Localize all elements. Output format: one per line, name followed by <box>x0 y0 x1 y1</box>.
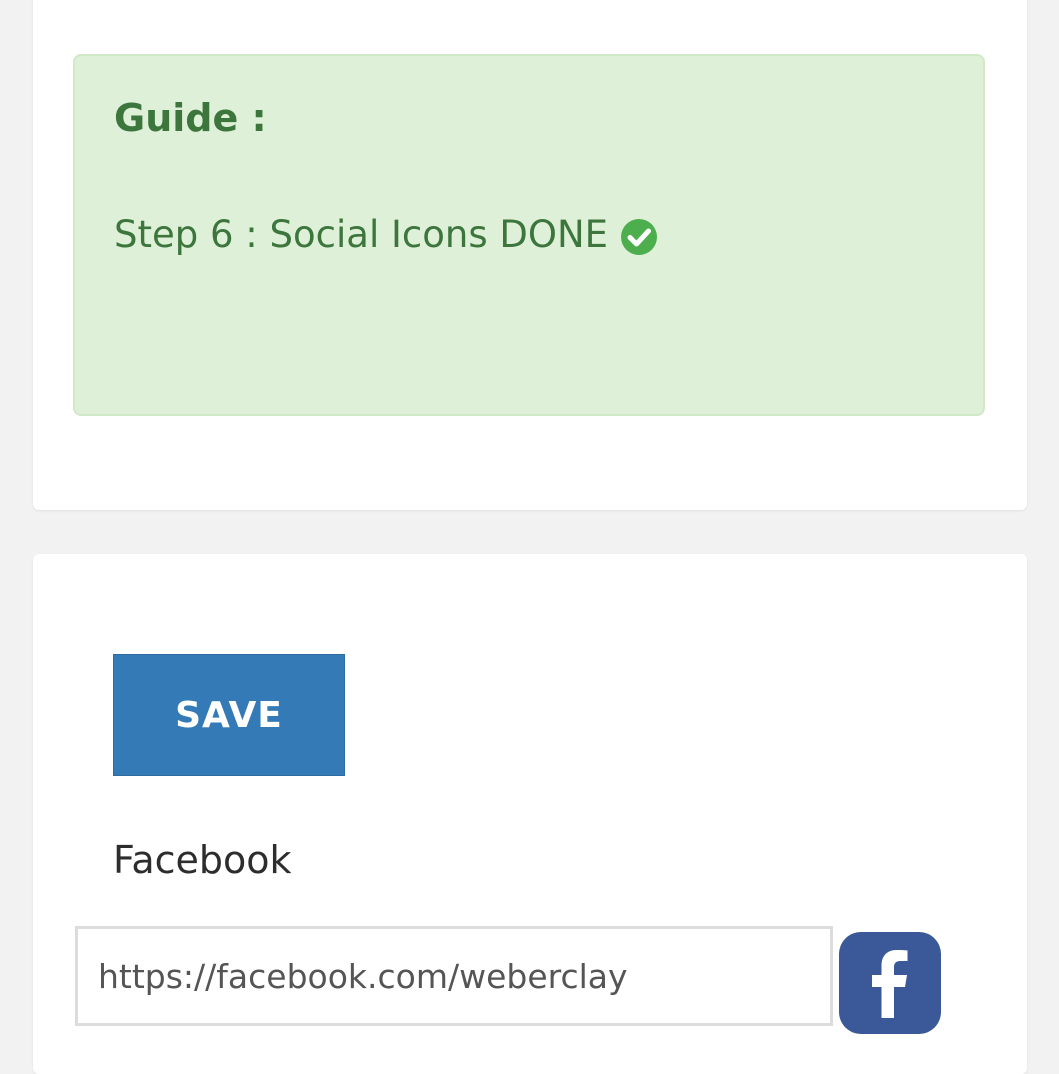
guide-step-text: Step 6 : Social Icons DONE <box>114 212 609 256</box>
facebook-url-input[interactable] <box>75 926 833 1026</box>
save-button[interactable]: SAVE <box>113 654 345 776</box>
facebook-icon[interactable] <box>839 932 941 1034</box>
guide-title: Guide : <box>114 96 267 140</box>
check-circle-icon <box>620 218 658 256</box>
guide-alert: Guide : Step 6 : Social Icons DONE <box>73 54 985 416</box>
guide-step: Step 6 : Social Icons DONE <box>114 212 658 256</box>
social-icons-card: SAVE Facebook <box>33 554 1027 1074</box>
facebook-label: Facebook <box>113 838 292 882</box>
guide-card: Guide : Step 6 : Social Icons DONE <box>33 0 1027 510</box>
